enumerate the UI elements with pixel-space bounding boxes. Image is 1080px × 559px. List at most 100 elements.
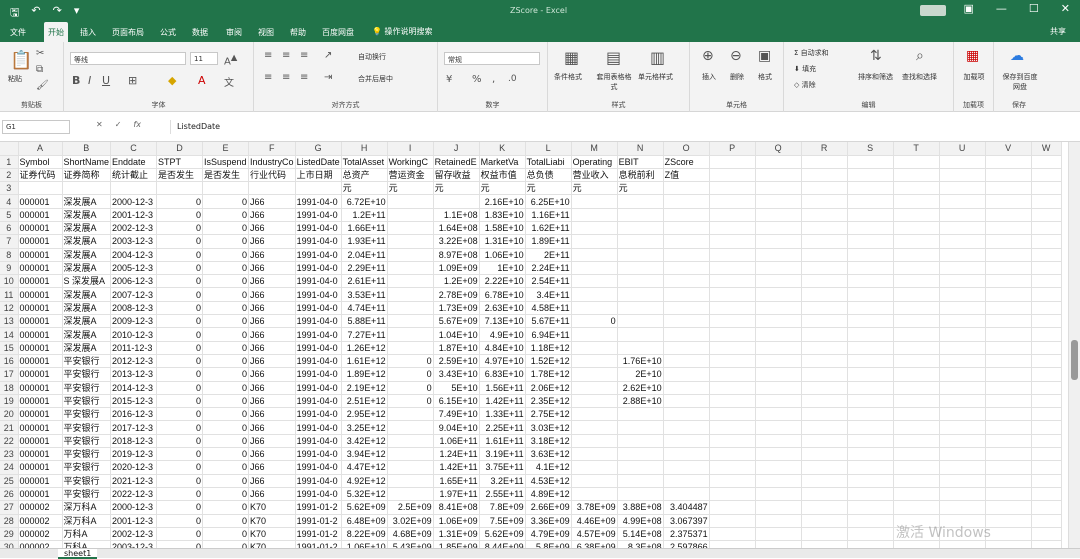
cell[interactable]: 1991-04-0	[295, 208, 342, 222]
cell[interactable]	[847, 194, 894, 209]
cell[interactable]: 3.43E+10	[433, 367, 480, 382]
cell[interactable]	[985, 234, 1032, 249]
cell[interactable]: 1.87E+10	[433, 341, 480, 355]
cell[interactable]	[1031, 474, 1062, 488]
cell[interactable]	[709, 394, 756, 409]
cell[interactable]	[755, 181, 802, 196]
cell[interactable]: 上市日期	[295, 168, 342, 183]
cell[interactable]: 1.06E+11	[433, 434, 480, 449]
cell[interactable]: 2001-12-3	[110, 514, 158, 528]
cell[interactable]	[617, 274, 664, 289]
cell[interactable]	[617, 341, 664, 355]
cell[interactable]: 1991-04-0	[295, 248, 342, 262]
align-left-icon[interactable]: ≡	[264, 72, 272, 83]
cell[interactable]: 0	[202, 407, 250, 422]
cell[interactable]	[893, 287, 940, 302]
cell[interactable]: 息税前利	[617, 168, 664, 183]
cell[interactable]: 4.1E+12	[525, 460, 572, 475]
cell[interactable]: 元	[571, 181, 618, 196]
cell[interactable]	[893, 208, 940, 222]
cell[interactable]: 4.97E+10	[479, 354, 526, 369]
cell[interactable]	[801, 287, 848, 302]
cell[interactable]: 4.68E+09	[387, 527, 434, 542]
cell[interactable]: 7.8E+09	[479, 500, 526, 515]
cell[interactable]: 000001	[18, 194, 63, 209]
cell[interactable]: 深发展A	[62, 234, 112, 249]
cell[interactable]: 1991-04-0	[295, 474, 342, 488]
cell[interactable]	[985, 248, 1032, 262]
cell[interactable]: 行业代码	[248, 168, 296, 183]
spreadsheet-grid[interactable]: ABCDEFGHIJKLMNOPQRSTUVW 1 Symbol ShortName…	[0, 142, 1068, 548]
cell[interactable]: 4.46E+09	[571, 514, 618, 528]
cell[interactable]: 2.16E+10	[479, 194, 526, 209]
decimal-icon[interactable]: .0	[508, 74, 517, 84]
cell[interactable]	[893, 500, 940, 515]
save-netdisk-button[interactable]: 保存到百度网盘	[1000, 72, 1040, 92]
cell[interactable]	[617, 248, 664, 262]
tab-baidu-netdisk[interactable]: 百度网盘	[322, 27, 354, 38]
cell[interactable]	[939, 381, 986, 395]
close-icon[interactable]: ✕	[1061, 2, 1070, 15]
row-header[interactable]: 2	[0, 168, 19, 183]
cell[interactable]	[847, 514, 894, 528]
cell[interactable]	[985, 274, 1032, 289]
cell-style-button[interactable]: 单元格样式	[638, 72, 673, 82]
cell[interactable]: 6.48E+09	[341, 514, 388, 528]
cell[interactable]: 5.62E+09	[341, 500, 388, 515]
cell[interactable]: 6.83E+10	[479, 367, 526, 382]
cell[interactable]: 000001	[18, 261, 63, 276]
cell[interactable]: 平安银行	[62, 474, 112, 488]
cell[interactable]	[755, 221, 802, 236]
cell[interactable]	[893, 261, 940, 276]
cell[interactable]: 3.2E+11	[479, 474, 526, 488]
cell[interactable]	[617, 460, 664, 475]
cell[interactable]	[709, 234, 756, 249]
cell[interactable]: 1.06E+10	[341, 540, 388, 548]
cell[interactable]	[571, 248, 618, 262]
cell[interactable]	[847, 327, 894, 342]
cell[interactable]	[985, 314, 1032, 329]
row-header[interactable]: 23	[0, 447, 19, 462]
cell[interactable]: 2004-12-3	[110, 248, 158, 262]
cell[interactable]: 9.04E+10	[433, 420, 480, 435]
cell[interactable]: 0	[387, 354, 434, 369]
tab-data[interactable]: 数据	[192, 27, 208, 38]
cell[interactable]	[1031, 168, 1062, 183]
cell[interactable]: 0	[202, 287, 250, 302]
cell[interactable]	[939, 327, 986, 342]
row-header[interactable]: 18	[0, 381, 19, 395]
cell[interactable]	[1031, 500, 1062, 515]
cell[interactable]	[801, 208, 848, 222]
cell[interactable]: 3.03E+12	[525, 420, 572, 435]
cell[interactable]	[709, 314, 756, 329]
cell[interactable]	[663, 341, 710, 355]
cell[interactable]: 0	[156, 194, 204, 209]
cell[interactable]: 7.49E+10	[433, 407, 480, 422]
row-header[interactable]: 15	[0, 341, 19, 355]
cell[interactable]: 元	[617, 181, 664, 196]
share-button[interactable]: 共享	[1050, 26, 1066, 37]
cell[interactable]	[893, 314, 940, 329]
cell[interactable]	[939, 407, 986, 422]
align-middle-icon[interactable]: ≡	[282, 50, 290, 61]
cell[interactable]: 权益市值	[479, 168, 526, 183]
cell[interactable]: 1.09E+09	[433, 261, 480, 276]
fill-color-icon[interactable]: ◆	[168, 74, 176, 87]
cell[interactable]	[893, 327, 940, 342]
addins-icon[interactable]: ▦	[966, 48, 979, 64]
cell[interactable]	[755, 314, 802, 329]
cell[interactable]	[755, 341, 802, 355]
cell[interactable]	[847, 314, 894, 329]
cell[interactable]: 3.067397	[663, 514, 710, 528]
cell[interactable]	[939, 341, 986, 355]
cell-style-icon[interactable]: ▥	[650, 48, 665, 67]
cell[interactable]	[939, 248, 986, 262]
cell[interactable]: 000001	[18, 420, 63, 435]
redo-icon[interactable]: ↷	[53, 4, 62, 23]
cell[interactable]: J66	[248, 447, 296, 462]
insert-cells-button[interactable]: 插入	[702, 72, 716, 82]
cell[interactable]	[985, 155, 1032, 169]
cell[interactable]	[939, 181, 986, 196]
cell[interactable]	[847, 474, 894, 488]
cell[interactable]	[801, 181, 848, 196]
